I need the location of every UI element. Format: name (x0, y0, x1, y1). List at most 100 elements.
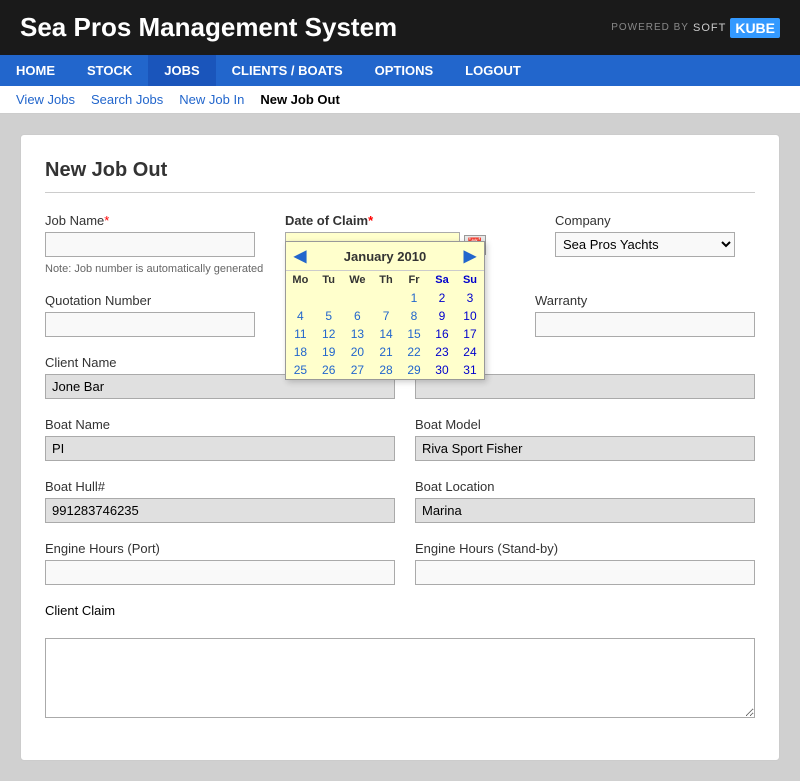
logo: POWERED BY SOFT KUBE (611, 18, 780, 38)
company-group: Company Sea Pros Yachts (555, 213, 755, 257)
nav-options[interactable]: OPTIONS (359, 55, 450, 86)
header: Sea Pros Management System POWERED BY SO… (0, 0, 800, 55)
cal-day-4-5[interactable]: 30 (428, 361, 456, 379)
cal-day-0-1 (315, 289, 343, 307)
cal-day-1-1[interactable]: 5 (315, 307, 343, 325)
cal-th-su: Su (456, 271, 484, 289)
cal-week-2: 11121314151617 (286, 325, 484, 343)
cal-day-0-5[interactable]: 2 (428, 289, 456, 307)
sub-nav-view-jobs[interactable]: View Jobs (16, 92, 75, 107)
logo-powered-text: POWERED BY (611, 22, 689, 33)
cal-header-row: Mo Tu We Th Fr Sa Su (286, 271, 484, 289)
cal-day-2-4[interactable]: 15 (400, 325, 428, 343)
cal-day-0-0 (286, 289, 315, 307)
cal-day-0-2 (343, 289, 372, 307)
cal-day-4-0[interactable]: 25 (286, 361, 315, 379)
cal-next[interactable]: ▶ (464, 246, 476, 266)
cal-day-4-1[interactable]: 26 (315, 361, 343, 379)
logo-soft-text: SOFT (693, 22, 726, 34)
cal-day-4-3[interactable]: 28 (372, 361, 400, 379)
nav-logout[interactable]: LOGOUT (449, 55, 537, 86)
cal-th-th: Th (372, 271, 400, 289)
quotation-input[interactable] (45, 312, 255, 337)
calendar-popup: ◀ January 2010 ▶ Mo Tu We Th Fr (285, 241, 485, 380)
warranty-input[interactable] (535, 312, 755, 337)
cal-day-2-6[interactable]: 17 (456, 325, 484, 343)
cal-prev[interactable]: ◀ (294, 246, 306, 266)
cal-header: ◀ January 2010 ▶ (286, 242, 484, 271)
boat-name-label: Boat Name (45, 417, 395, 432)
page-title: New Job Out (45, 159, 755, 193)
cal-day-1-2[interactable]: 6 (343, 307, 372, 325)
cal-day-3-5[interactable]: 23 (428, 343, 456, 361)
cal-day-4-6[interactable]: 31 (456, 361, 484, 379)
cal-day-1-0[interactable]: 4 (286, 307, 315, 325)
cal-day-4-2[interactable]: 27 (343, 361, 372, 379)
date-of-claim-label: Date of Claim* (285, 213, 495, 228)
sub-nav-search-jobs[interactable]: Search Jobs (91, 92, 163, 107)
boat-location-group: Boat Location (415, 479, 755, 523)
boat-location-input[interactable] (415, 498, 755, 523)
cal-day-2-2[interactable]: 13 (343, 325, 372, 343)
warranty-group: Warranty (535, 293, 755, 337)
cal-th-tu: Tu (315, 271, 343, 289)
cal-th-fr: Fr (400, 271, 428, 289)
cal-day-3-4[interactable]: 22 (400, 343, 428, 361)
cal-day-1-3[interactable]: 7 (372, 307, 400, 325)
cal-th-sa: Sa (428, 271, 456, 289)
boat-model-input[interactable] (415, 436, 755, 461)
nav-clients-boats[interactable]: CLIENTS / BOATS (216, 55, 359, 86)
cal-week-0: 123 (286, 289, 484, 307)
cal-week-4: 25262728293031 (286, 361, 484, 379)
cal-day-3-0[interactable]: 18 (286, 343, 315, 361)
cal-day-0-6[interactable]: 3 (456, 289, 484, 307)
row-6: Engine Hours (Port) Engine Hours (Stand-… (45, 541, 755, 585)
cal-day-2-1[interactable]: 12 (315, 325, 343, 343)
boat-model-group: Boat Model (415, 417, 755, 461)
cal-day-1-5[interactable]: 9 (428, 307, 456, 325)
boat-hull-label: Boat Hull# (45, 479, 395, 494)
sub-nav: View Jobs Search Jobs New Job In New Job… (0, 86, 800, 114)
cal-week-3: 18192021222324 (286, 343, 484, 361)
boat-location-label: Boat Location (415, 479, 755, 494)
nav-home[interactable]: HOME (0, 55, 71, 86)
row-1: Job Name* Note: Job number is automatica… (45, 213, 755, 275)
cal-day-3-6[interactable]: 24 (456, 343, 484, 361)
cal-day-1-6[interactable]: 10 (456, 307, 484, 325)
engine-hours-standby-input[interactable] (415, 560, 755, 585)
cal-day-4-4[interactable]: 29 (400, 361, 428, 379)
engine-hours-port-group: Engine Hours (Port) (45, 541, 395, 585)
sub-nav-new-job-out: New Job Out (260, 92, 339, 107)
cal-day-2-3[interactable]: 14 (372, 325, 400, 343)
nav-jobs[interactable]: JOBS (148, 55, 215, 86)
job-name-note: Note: Job number is automatically genera… (45, 263, 265, 275)
engine-hours-standby-label: Engine Hours (Stand-by) (415, 541, 755, 556)
boat-hull-group: Boat Hull# (45, 479, 395, 523)
engine-hours-port-input[interactable] (45, 560, 395, 585)
quotation-label: Quotation Number (45, 293, 255, 308)
cal-day-1-4[interactable]: 8 (400, 307, 428, 325)
cal-day-3-2[interactable]: 20 (343, 343, 372, 361)
cal-day-2-0[interactable]: 11 (286, 325, 315, 343)
job-name-input[interactable] (45, 232, 255, 257)
sub-nav-new-job-in[interactable]: New Job In (179, 92, 244, 107)
boat-model-label: Boat Model (415, 417, 755, 432)
cal-day-0-4[interactable]: 1 (400, 289, 428, 307)
quotation-group: Quotation Number (45, 293, 255, 337)
company-select[interactable]: Sea Pros Yachts (555, 232, 735, 257)
cal-day-2-5[interactable]: 16 (428, 325, 456, 343)
row-7: Client Claim (45, 603, 755, 718)
cal-th-we: We (343, 271, 372, 289)
boat-hull-input[interactable] (45, 498, 395, 523)
row-5: Boat Hull# Boat Location (45, 479, 755, 523)
boat-name-group: Boat Name (45, 417, 395, 461)
date-of-claim-group: Date of Claim* 📅 ◀ January 2010 ▶ (285, 213, 495, 257)
boat-name-input[interactable] (45, 436, 395, 461)
client-claim-textarea[interactable] (45, 638, 755, 718)
cal-day-3-3[interactable]: 21 (372, 343, 400, 361)
warranty-label: Warranty (535, 293, 755, 308)
nav-stock[interactable]: STOCK (71, 55, 148, 86)
cal-table: Mo Tu We Th Fr Sa Su 1234567891011121314… (286, 271, 484, 379)
cal-day-3-1[interactable]: 19 (315, 343, 343, 361)
form-panel: New Job Out Job Name* Note: Job number i… (20, 134, 780, 761)
